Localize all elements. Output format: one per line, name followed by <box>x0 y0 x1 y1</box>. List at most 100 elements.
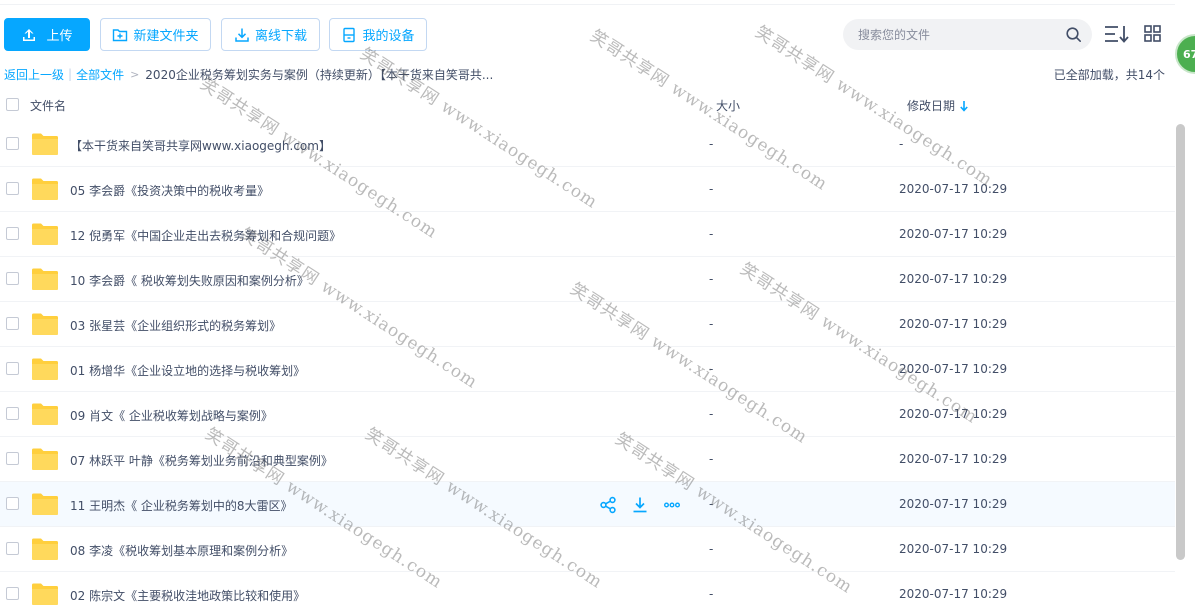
my-device-button[interactable]: 我的设备 <box>329 18 427 51</box>
offline-download-label: 离线下载 <box>254 29 307 44</box>
table-row[interactable]: 07 林跃平 叶静《税务筹划业务前沿和典型案例》 - 2020-07-17 10:2… <box>0 437 1175 482</box>
more-icon[interactable] <box>663 496 681 514</box>
table-row[interactable]: 02 陈宗文《主要税收洼地政策比较和使用》 - 2020-07-17 10:29 <box>0 572 1175 615</box>
table-row[interactable]: 11 王明杰《 企业税务筹划中的8大雷区》 - 2020-07-17 10:29 <box>0 482 1175 527</box>
row-checkbox[interactable] <box>6 182 19 195</box>
select-all-checkbox[interactable] <box>6 98 19 111</box>
file-size: - <box>709 452 714 466</box>
row-checkbox[interactable] <box>6 587 19 600</box>
status-badge[interactable]: 67 <box>1175 34 1195 74</box>
sort-down-arrow-icon <box>960 100 968 112</box>
row-checkbox[interactable] <box>6 227 19 240</box>
folder-icon <box>32 583 58 605</box>
folder-icon <box>32 538 58 560</box>
file-date: 2020-07-17 10:29 <box>899 587 1008 601</box>
device-icon <box>343 27 356 42</box>
table-row[interactable]: 08 李凌《税收筹划基本原理和案例分析》 - 2020-07-17 10:29 <box>0 527 1175 572</box>
my-device-label: 我的设备 <box>362 29 415 44</box>
column-header-size[interactable]: 大小 <box>716 97 740 114</box>
file-date: 2020-07-17 10:29 <box>899 407 1008 421</box>
file-name[interactable]: 09 肖文《 企业税收筹划战略与案例》 <box>70 407 273 424</box>
folder-icon <box>32 448 58 470</box>
file-size: - <box>709 362 714 376</box>
folder-icon <box>32 178 58 200</box>
file-size: - <box>709 542 714 556</box>
file-name[interactable]: 05 李会爵《投资决策中的税收考量》 <box>70 182 269 199</box>
toolbar: 上传 新建文件夹 离线下载 我的设备 搜索您的文件 67 <box>0 0 1195 74</box>
upload-button[interactable]: 上传 <box>4 18 90 51</box>
table-row[interactable]: 05 李会爵《投资决策中的税收考量》 - 2020-07-17 10:29 <box>0 167 1175 212</box>
loaded-status: 已全部加载，共14个 <box>1053 68 1165 82</box>
row-checkbox[interactable] <box>6 452 19 465</box>
file-size: - <box>709 182 714 196</box>
file-date: 2020-07-17 10:29 <box>899 317 1008 331</box>
file-list: 【本干货来自笑哥共享网www.xiaogegh.com】 - - 05 李会爵《投资决… <box>0 122 1175 615</box>
row-checkbox[interactable] <box>6 497 19 510</box>
sort-icon[interactable] <box>1104 24 1130 44</box>
folder-icon <box>32 313 58 335</box>
search-input[interactable] <box>858 27 1058 42</box>
row-checkbox[interactable] <box>6 137 19 150</box>
folder-icon <box>32 403 58 425</box>
file-name[interactable]: 02 陈宗文《主要税收洼地政策比较和使用》 <box>70 587 305 604</box>
file-size: - <box>709 497 714 511</box>
file-date: 2020-07-17 10:29 <box>899 497 1008 511</box>
upload-icon <box>23 28 36 41</box>
download-icon[interactable] <box>631 496 649 514</box>
file-name[interactable]: 01 杨增华《企业设立地的选择与税收筹划》 <box>70 362 305 379</box>
file-name[interactable]: 03 张星芸《企业组织形式的税务筹划》 <box>70 317 281 334</box>
top-divider <box>0 0 1175 5</box>
row-checkbox[interactable] <box>6 362 19 375</box>
breadcrumb-arrow-icon: > <box>130 67 140 81</box>
file-size: - <box>709 407 714 421</box>
file-size: - <box>709 137 714 151</box>
column-header-date[interactable]: 修改日期 <box>907 97 969 114</box>
file-name[interactable]: 07 林跃平 叶静《税务筹划业务前沿和典型案例》 <box>70 452 333 469</box>
breadcrumb-all-files-link[interactable]: 全部文件 <box>76 66 124 83</box>
breadcrumb: 返回上一级 | 全部文件 > 2020企业税务筹划实务与案例（持续更新）【本干货… <box>4 66 493 82</box>
table-row[interactable]: 09 肖文《 企业税收筹划战略与案例》 - 2020-07-17 10:29 <box>0 392 1175 437</box>
folder-icon <box>32 223 58 245</box>
folder-icon <box>32 268 58 290</box>
file-date: 2020-07-17 10:29 <box>899 227 1008 241</box>
file-name[interactable]: 12 倪勇军《中国企业走出去税务筹划和合规问题》 <box>70 227 341 244</box>
file-size: - <box>709 317 714 331</box>
row-checkbox[interactable] <box>6 407 19 420</box>
file-name[interactable]: 【本干货来自笑哥共享网www.xiaogegh.com】 <box>70 137 331 154</box>
download-icon <box>235 28 249 42</box>
row-checkbox[interactable] <box>6 542 19 555</box>
folder-icon <box>32 493 58 515</box>
table-row[interactable]: 03 张星芸《企业组织形式的税务筹划》 - 2020-07-17 10:29 <box>0 302 1175 347</box>
breadcrumb-current: 2020企业税务筹划实务与案例（持续更新）【本干货来自笑哥共... <box>145 67 494 82</box>
breadcrumb-separator: | <box>68 67 73 81</box>
file-name[interactable]: 11 王明杰《 企业税务筹划中的8大雷区》 <box>70 497 293 514</box>
scrollbar-thumb[interactable] <box>1176 124 1185 560</box>
breadcrumb-back-link[interactable]: 返回上一级 <box>4 66 64 83</box>
new-folder-icon <box>113 28 128 41</box>
table-row[interactable]: 【本干货来自笑哥共享网www.xiaogegh.com】 - - <box>0 122 1175 167</box>
column-header-date-label: 修改日期 <box>907 99 956 113</box>
file-date: 2020-07-17 10:29 <box>899 362 1008 376</box>
scrollbar[interactable] <box>1175 122 1187 615</box>
file-date: - <box>899 137 904 151</box>
search-box <box>843 19 1092 50</box>
file-name[interactable]: 08 李凌《税收筹划基本原理和案例分析》 <box>70 542 293 559</box>
row-actions <box>599 496 681 514</box>
folder-icon <box>32 358 58 380</box>
file-size: - <box>709 272 714 286</box>
share-icon[interactable] <box>599 496 617 514</box>
file-size: - <box>709 227 714 241</box>
new-folder-button[interactable]: 新建文件夹 <box>100 18 211 51</box>
grid-view-icon[interactable] <box>1144 25 1161 42</box>
table-row[interactable]: 01 杨增华《企业设立地的选择与税收筹划》 - 2020-07-17 10:29 <box>0 347 1175 392</box>
file-name[interactable]: 10 李会爵《 税收筹划失败原因和案例分析》 <box>70 272 309 289</box>
table-row[interactable]: 12 倪勇军《中国企业走出去税务筹划和合规问题》 - 2020-07-17 10:2… <box>0 212 1175 257</box>
row-checkbox[interactable] <box>6 272 19 285</box>
column-header-name[interactable]: 文件名 <box>30 97 66 114</box>
file-date: 2020-07-17 10:29 <box>899 272 1008 286</box>
file-date: 2020-07-17 10:29 <box>899 542 1008 556</box>
offline-download-button[interactable]: 离线下载 <box>221 18 320 51</box>
search-icon[interactable] <box>1065 26 1082 43</box>
row-checkbox[interactable] <box>6 317 19 330</box>
table-row[interactable]: 10 李会爵《 税收筹划失败原因和案例分析》 - 2020-07-17 10:29 <box>0 257 1175 302</box>
